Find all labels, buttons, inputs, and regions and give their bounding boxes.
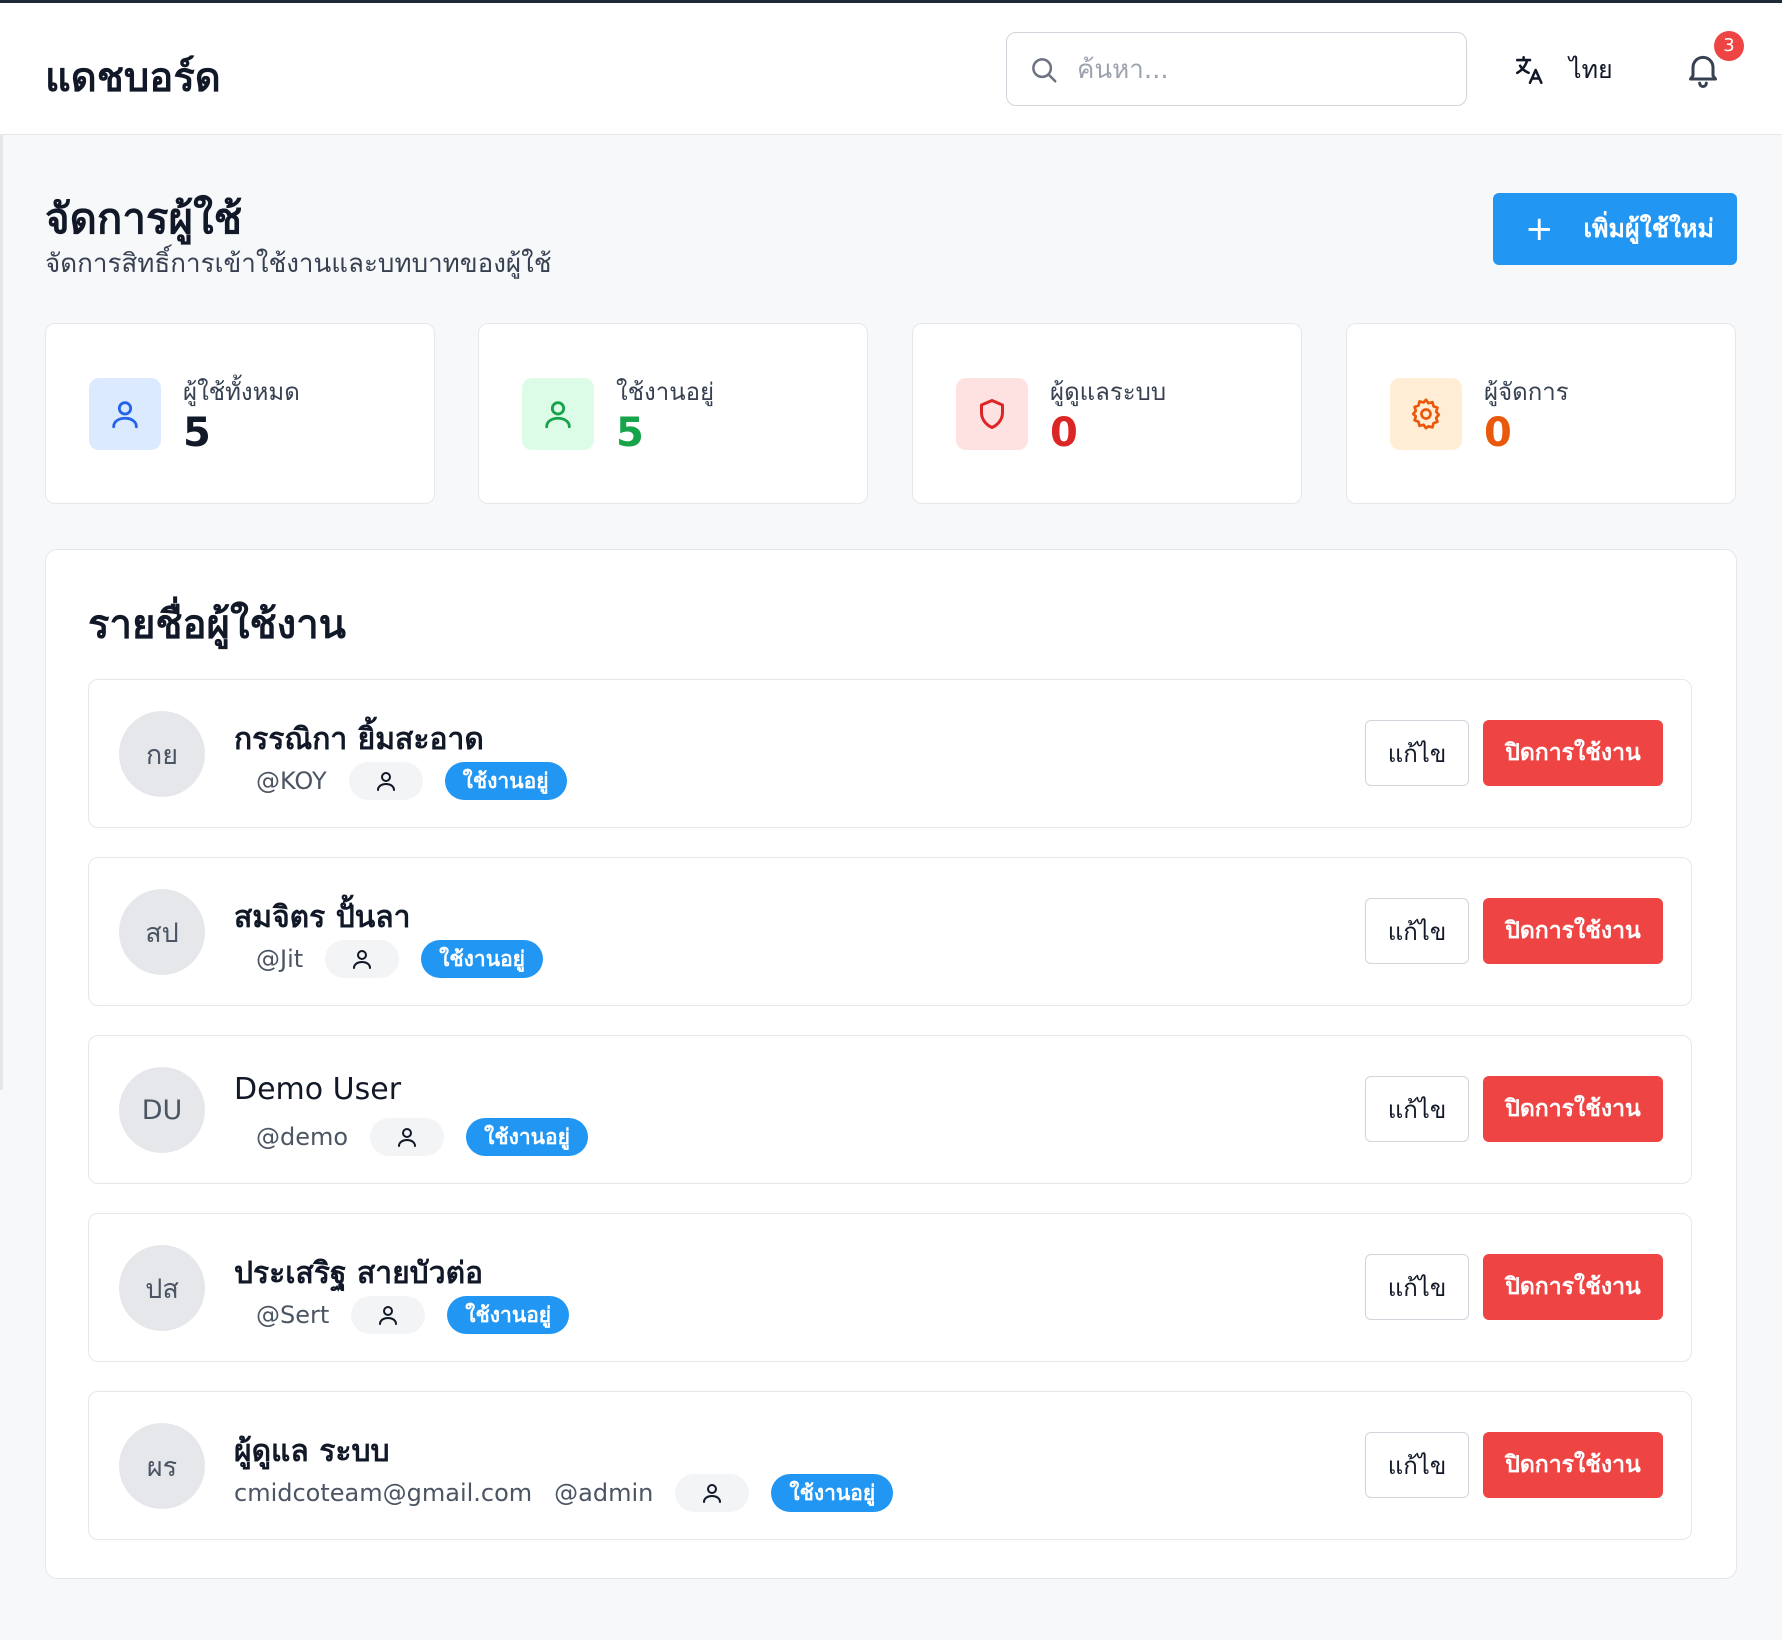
user-icon	[379, 1306, 398, 1325]
plus-icon: +	[1525, 209, 1554, 249]
role-chip	[370, 1118, 445, 1156]
sidebar-edge	[0, 135, 3, 1090]
user-row: สป สมจิตร ปั้นลา @Jit ใช้งานอยู่ แก้ไข ป…	[88, 857, 1692, 1006]
user-icon	[376, 772, 395, 791]
user-row: ผร ผู้ดูแล ระบบ cmidcoteam@gmail.com @ad…	[88, 1391, 1692, 1540]
stat-label: ใช้งานอยู่	[616, 378, 715, 406]
user-name: ประเสริฐ สายบัวต่อ	[234, 1256, 484, 1291]
disable-button[interactable]: ปิดการใช้งาน	[1483, 1432, 1663, 1498]
user-row: กย กรรณิกา ยิ้มสะอาด @KOY ใช้งานอยู่ แก้…	[88, 679, 1692, 828]
language-switcher[interactable]: ไทย	[1513, 47, 1613, 93]
user-list-panel: รายชื่อผู้ใช้งาน กย กรรณิกา ยิ้มสะอาด @K…	[45, 549, 1737, 1579]
stat-icon-box	[522, 378, 594, 450]
user-username: @demo	[256, 1123, 349, 1151]
user-meta: @demo ใช้งานอยู่	[234, 1118, 588, 1156]
user-icon	[703, 1484, 722, 1503]
stat-icon-box	[1390, 378, 1462, 450]
notification-badge: 3	[1714, 31, 1744, 61]
stat-icon-box	[89, 378, 161, 450]
edit-button[interactable]: แก้ไข	[1365, 1254, 1469, 1320]
search-input[interactable]	[1077, 47, 1447, 93]
stat-card-admins: ผู้ดูแลระบบ 0	[912, 323, 1302, 504]
stat-card-managers: ผู้จัดการ 0	[1346, 323, 1736, 504]
stat-label: ผู้ดูแลระบบ	[1050, 378, 1167, 406]
user-icon	[112, 401, 138, 429]
user-username: @admin	[554, 1479, 654, 1507]
edit-button[interactable]: แก้ไข	[1365, 1432, 1469, 1498]
stat-label: ผู้ใช้ทั้งหมด	[183, 378, 300, 406]
stat-card-total-users: ผู้ใช้ทั้งหมด 5	[45, 323, 435, 504]
gear-icon	[1411, 398, 1441, 430]
role-chip	[675, 1474, 750, 1512]
user-username: @Jit	[256, 945, 304, 973]
status-badge: ใช้งานอยู่	[771, 1474, 894, 1512]
user-username: @KOY	[256, 767, 327, 795]
avatar: สป	[119, 889, 205, 975]
add-user-button-label: เพิ่มผู้ใช้ใหม่	[1583, 214, 1715, 243]
stat-card-active-users: ใช้งานอยู่ 5	[478, 323, 868, 504]
user-email: cmidcoteam@gmail.com	[234, 1479, 533, 1507]
role-chip	[351, 1296, 426, 1334]
avatar: ผร	[119, 1423, 205, 1509]
search-icon	[1032, 58, 1057, 83]
stat-icon-box	[956, 378, 1028, 450]
edit-button[interactable]: แก้ไข	[1365, 898, 1469, 964]
user-username: @Sert	[256, 1301, 330, 1329]
language-label: ไทย	[1569, 55, 1613, 84]
stat-label: ผู้จัดการ	[1484, 378, 1569, 406]
user-row: ปส ประเสริฐ สายบัวต่อ @Sert ใช้งานอยู่ แ…	[88, 1213, 1692, 1362]
user-meta: @Sert ใช้งานอยู่	[234, 1296, 570, 1334]
status-badge: ใช้งานอยู่	[444, 762, 567, 800]
stat-value: 5	[616, 410, 644, 456]
stat-value: 0	[1484, 410, 1512, 456]
disable-button[interactable]: ปิดการใช้งาน	[1483, 720, 1663, 786]
app-title: แดชบอร์ด	[45, 55, 221, 101]
avatar: DU	[119, 1067, 205, 1153]
status-badge: ใช้งานอยู่	[421, 940, 543, 978]
user-icon	[398, 1128, 417, 1147]
edit-button[interactable]: แก้ไข	[1365, 720, 1469, 786]
user-meta: @KOY ใช้งานอยู่	[234, 762, 567, 800]
avatar: กย	[119, 711, 205, 797]
stat-value: 0	[1050, 410, 1078, 456]
status-badge: ใช้งานอยู่	[466, 1118, 588, 1156]
user-meta: @Jit ใช้งานอยู่	[234, 940, 543, 978]
stat-value: 5	[183, 410, 211, 456]
user-meta: cmidcoteam@gmail.com @admin ใช้งานอยู่	[234, 1474, 894, 1512]
role-chip	[348, 762, 423, 800]
translate-icon	[1515, 55, 1543, 85]
disable-button[interactable]: ปิดการใช้งาน	[1483, 898, 1663, 964]
shield-icon	[980, 399, 1004, 429]
page-subtitle: จัดการสิทธิ์การเข้าใช้งานและบทบาทของผู้ใ…	[45, 249, 552, 279]
user-list-title: รายชื่อผู้ใช้งาน	[88, 602, 347, 648]
add-user-button[interactable]: + เพิ่มผู้ใช้ใหม่	[1493, 193, 1737, 265]
user-check-icon	[545, 401, 571, 429]
edit-button[interactable]: แก้ไข	[1365, 1076, 1469, 1142]
disable-button[interactable]: ปิดการใช้งาน	[1483, 1076, 1663, 1142]
status-badge: ใช้งานอยู่	[447, 1296, 570, 1334]
user-icon	[353, 950, 372, 969]
top-header: แดชบอร์ด ไทย 3	[0, 3, 1782, 135]
user-row: DU Demo User @demo ใช้งานอยู่ แก้ไข ปิดก…	[88, 1035, 1692, 1184]
avatar: ปส	[119, 1245, 205, 1331]
search-box[interactable]	[1006, 32, 1467, 106]
user-name: กรรณิกา ยิ้มสะอาด	[234, 722, 484, 757]
user-name: ผู้ดูแล ระบบ	[234, 1434, 390, 1469]
role-chip	[325, 940, 400, 978]
disable-button[interactable]: ปิดการใช้งาน	[1483, 1254, 1663, 1320]
user-name: สมจิตร ปั้นลา	[234, 900, 411, 935]
user-name: Demo User	[234, 1072, 402, 1107]
